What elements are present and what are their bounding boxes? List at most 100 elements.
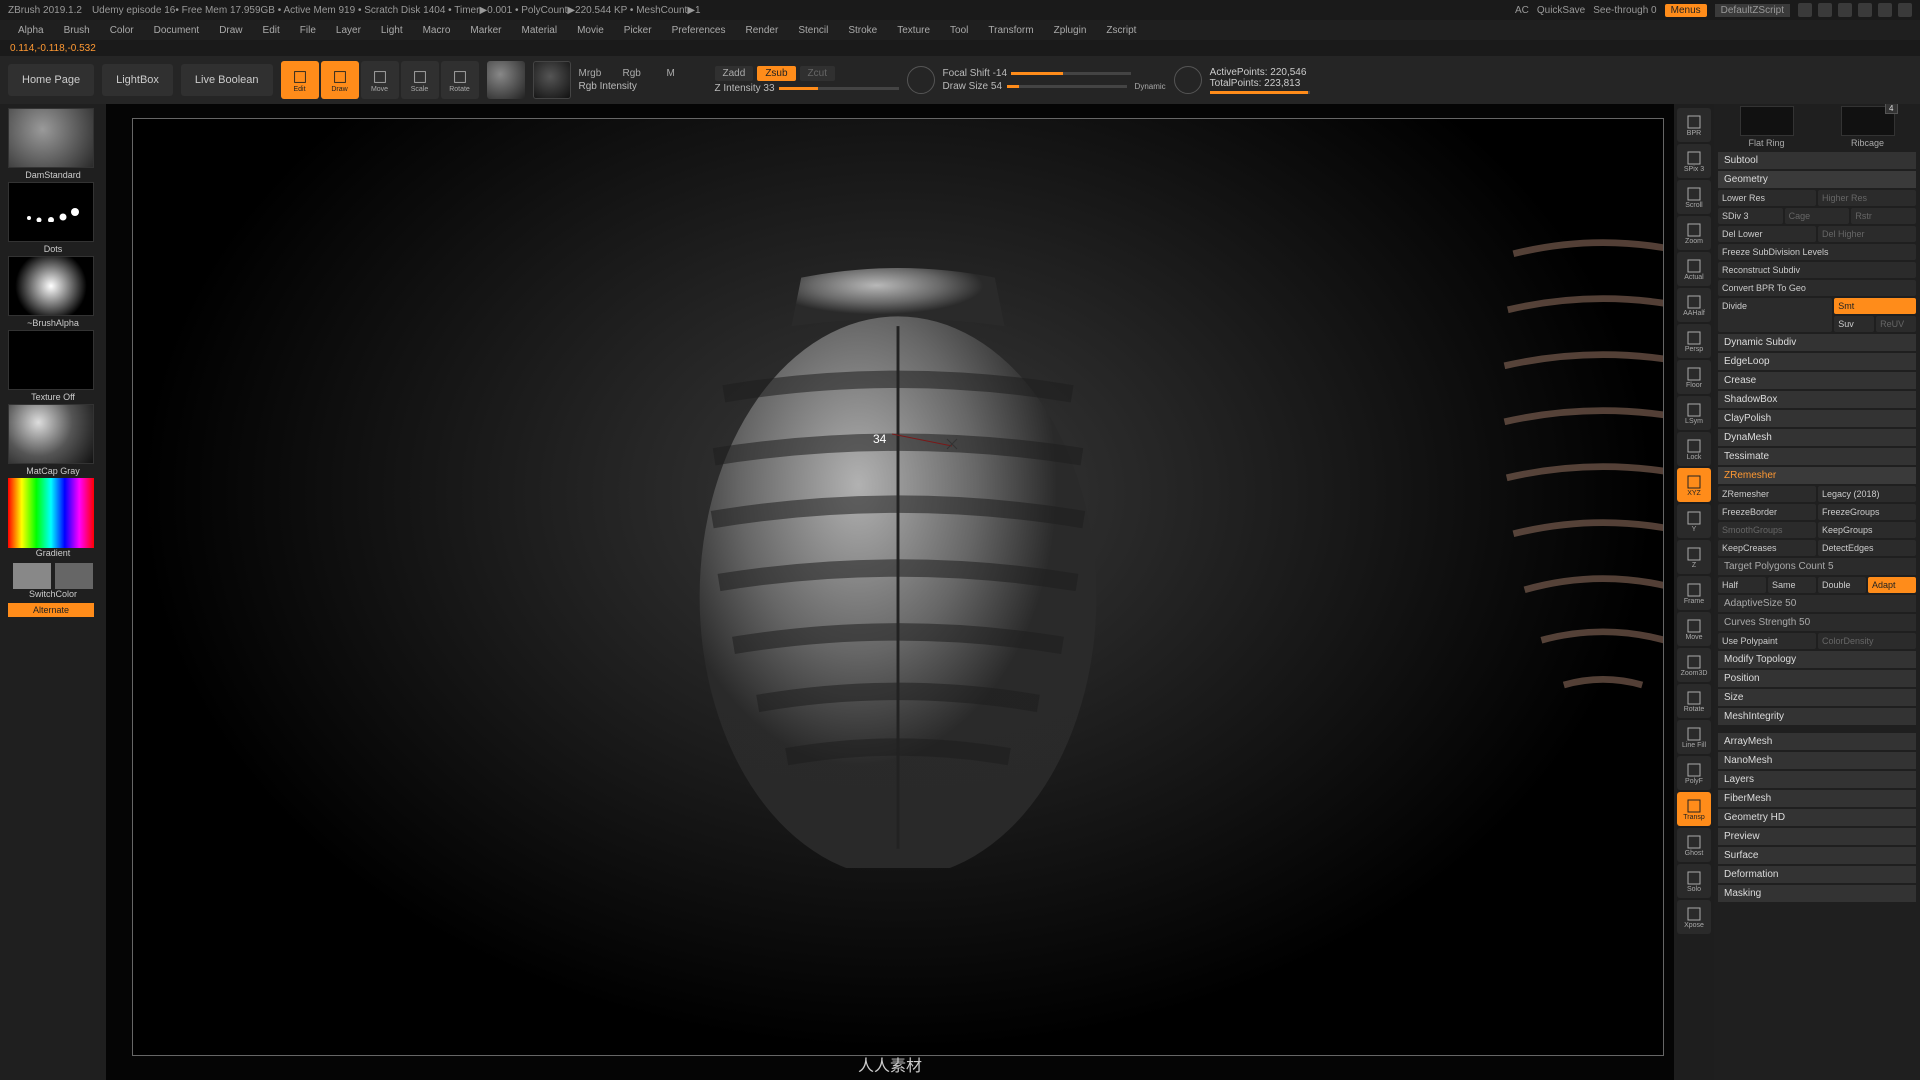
rotate-mode-button[interactable]: Rotate	[441, 61, 479, 99]
subtool-section[interactable]: Subtool	[1718, 152, 1916, 169]
fibermesh-section[interactable]: FiberMesh	[1718, 790, 1916, 807]
viewport[interactable]: 34 人人素材	[106, 104, 1674, 1080]
legacy-button[interactable]: Legacy (2018)	[1818, 486, 1916, 502]
viewport-y-button[interactable]: Y	[1677, 504, 1711, 538]
nanomesh-section[interactable]: NanoMesh	[1718, 752, 1916, 769]
adaptive-size-slider[interactable]: AdaptiveSize 50	[1718, 595, 1916, 612]
pin-icon[interactable]	[1818, 3, 1832, 17]
meshintegrity-section[interactable]: MeshIntegrity	[1718, 708, 1916, 725]
texture-selector[interactable]: Texture Off	[8, 330, 98, 402]
viewport-lsym-button[interactable]: LSym	[1677, 396, 1711, 430]
higher-res-button[interactable]: Higher Res	[1818, 190, 1916, 206]
tessimate-section[interactable]: Tessimate	[1718, 448, 1916, 465]
gyro-icon[interactable]	[907, 66, 935, 94]
z-intensity-label[interactable]: Z Intensity 33	[715, 83, 775, 94]
layers-section[interactable]: Layers	[1718, 771, 1916, 788]
quicksave-button[interactable]: QuickSave	[1537, 5, 1585, 16]
adapt-button[interactable]: Adapt	[1868, 577, 1916, 593]
freeze-groups-button[interactable]: FreezeGroups	[1818, 504, 1916, 520]
menu-preferences[interactable]: Preferences	[662, 22, 736, 39]
menu-marker[interactable]: Marker	[460, 22, 511, 39]
menu-macro[interactable]: Macro	[413, 22, 461, 39]
secondary-color-swatch[interactable]	[55, 563, 93, 589]
smooth-groups-button[interactable]: SmoothGroups	[1718, 522, 1816, 538]
move-mode-button[interactable]: Move	[361, 61, 399, 99]
viewport-actual-button[interactable]: Actual	[1677, 252, 1711, 286]
viewport-move-button[interactable]: Move	[1677, 612, 1711, 646]
shadowbox-section[interactable]: ShadowBox	[1718, 391, 1916, 408]
menu-edit[interactable]: Edit	[253, 22, 290, 39]
menu-file[interactable]: File	[290, 22, 326, 39]
viewport-floor-button[interactable]: Floor	[1677, 360, 1711, 394]
menu-movie[interactable]: Movie	[567, 22, 614, 39]
viewport-rotate-button[interactable]: Rotate	[1677, 684, 1711, 718]
suv-button[interactable]: Suv	[1834, 316, 1874, 332]
viewport-zoom3d-button[interactable]: Zoom3D	[1677, 648, 1711, 682]
keep-groups-button[interactable]: KeepGroups	[1818, 522, 1916, 538]
cage-button[interactable]: Cage	[1785, 208, 1850, 224]
draw-mode-button[interactable]: Draw	[321, 61, 359, 99]
default-zscript[interactable]: DefaultZScript	[1715, 4, 1790, 17]
viewport-frame-button[interactable]: Frame	[1677, 576, 1711, 610]
geometry-hd-section[interactable]: Geometry HD	[1718, 809, 1916, 826]
menu-alpha[interactable]: Alpha	[8, 22, 54, 39]
viewport-polyf-button[interactable]: PolyF	[1677, 756, 1711, 790]
viewport-zoom-button[interactable]: Zoom	[1677, 216, 1711, 250]
maximize-icon[interactable]	[1878, 3, 1892, 17]
del-lower-button[interactable]: Del Lower	[1718, 226, 1816, 242]
color-picker[interactable]: Gradient	[8, 478, 98, 558]
target-polygons-slider[interactable]: Target Polygons Count 5	[1718, 558, 1916, 575]
viewport-persp-button[interactable]: Persp	[1677, 324, 1711, 358]
lightbox-button[interactable]: LightBox	[102, 64, 173, 96]
freeze-subdivision-levels-button[interactable]: Freeze SubDivision Levels	[1718, 244, 1916, 260]
dynamic-label[interactable]: Dynamic	[1135, 82, 1166, 91]
viewport-solo-button[interactable]: Solo	[1677, 864, 1711, 898]
alpha-selector[interactable]: ~BrushAlpha	[8, 256, 98, 328]
dynamic-subdiv-section[interactable]: Dynamic Subdiv	[1718, 334, 1916, 351]
menu-render[interactable]: Render	[736, 22, 789, 39]
masking-section[interactable]: Masking	[1718, 885, 1916, 902]
detect-edges-button[interactable]: DetectEdges	[1818, 540, 1916, 556]
divide-button[interactable]: Divide	[1718, 298, 1832, 332]
subtool-thumb-flat-ring[interactable]: Flat Ring	[1735, 106, 1799, 148]
arrow-icon[interactable]	[1798, 3, 1812, 17]
edit-mode-button[interactable]: Edit	[281, 61, 319, 99]
reconstruct-subdiv-button[interactable]: Reconstruct Subdiv	[1718, 262, 1916, 278]
viewport-aahalf-button[interactable]: AAHalf	[1677, 288, 1711, 322]
home-page-button[interactable]: Home Page	[8, 64, 94, 96]
rstr-button[interactable]: Rstr	[1851, 208, 1916, 224]
menu-transform[interactable]: Transform	[978, 22, 1043, 39]
menu-stroke[interactable]: Stroke	[838, 22, 887, 39]
double-button[interactable]: Double	[1818, 577, 1866, 593]
same-button[interactable]: Same	[1768, 577, 1816, 593]
surface-section[interactable]: Surface	[1718, 847, 1916, 864]
scale-mode-button[interactable]: Scale	[401, 61, 439, 99]
viewport-line-fill-button[interactable]: Line Fill	[1677, 720, 1711, 754]
size-section[interactable]: Size	[1718, 689, 1916, 706]
menu-draw[interactable]: Draw	[209, 22, 252, 39]
menu-zplugin[interactable]: Zplugin	[1044, 22, 1097, 39]
viewport-transp-button[interactable]: Transp	[1677, 792, 1711, 826]
half-button[interactable]: Half	[1718, 577, 1766, 593]
curves-strength-slider[interactable]: Curves Strength 50	[1718, 614, 1916, 631]
draw-size-slider[interactable]	[1007, 85, 1127, 88]
deformation-section[interactable]: Deformation	[1718, 866, 1916, 883]
claypolish-section[interactable]: ClayPolish	[1718, 410, 1916, 427]
brush-selector[interactable]: DamStandard	[8, 108, 98, 180]
zremesher-button[interactable]: ZRemesher	[1718, 486, 1816, 502]
keep-creases-button[interactable]: KeepCreases	[1718, 540, 1816, 556]
live-boolean-button[interactable]: Live Boolean	[181, 64, 273, 96]
viewport-ghost-button[interactable]: Ghost	[1677, 828, 1711, 862]
preview-section[interactable]: Preview	[1718, 828, 1916, 845]
seethrough-slider[interactable]: See-through 0	[1593, 5, 1656, 16]
menu-material[interactable]: Material	[512, 22, 568, 39]
zremesher-section[interactable]: ZRemesher	[1718, 467, 1916, 484]
m-button[interactable]: M	[667, 68, 707, 79]
viewport-scroll-button[interactable]: Scroll	[1677, 180, 1711, 214]
edgeloop-section[interactable]: EdgeLoop	[1718, 353, 1916, 370]
lower-res-button[interactable]: Lower Res	[1718, 190, 1816, 206]
position-section[interactable]: Position	[1718, 670, 1916, 687]
smt-button[interactable]: Smt	[1834, 298, 1916, 314]
menu-layer[interactable]: Layer	[326, 22, 371, 39]
minimize-icon[interactable]	[1858, 3, 1872, 17]
